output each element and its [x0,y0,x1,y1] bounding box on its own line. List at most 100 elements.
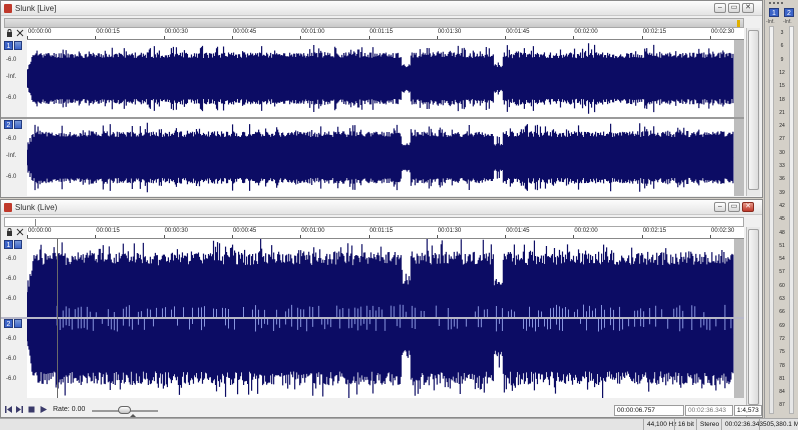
waveform-display[interactable] [27,119,744,196]
ruler-tick [436,235,438,238]
close-button[interactable]: ✕ [742,3,754,13]
ruler-tick-label: 00:02:30 [711,29,735,35]
go-to-end-icon[interactable] [15,405,24,414]
ruler-tick [710,235,711,238]
bit-depth-status[interactable]: 16 bit [674,419,696,430]
length-field[interactable]: 00:02:36.343 [685,405,733,416]
ruler-tick-label: 00:01:30 [437,29,462,35]
sample-rate-status[interactable]: 44,100 Hz [643,419,677,430]
db-label: -6.0 [6,256,17,262]
ruler-tick-label: 00:02:15 [642,228,667,234]
db-label: -6.0 [6,95,17,101]
channel-toggle-button[interactable] [14,41,22,50]
scroll-thumb[interactable] [748,229,759,405]
ruler-tick-label: 00:00:30 [164,29,188,35]
channel-number[interactable]: 1 [4,240,13,249]
ruler-tools [1,227,27,239]
data-window-upper[interactable]: Slunk [Live] – ▭ ✕ 00:00:00 00:00:15 00:00… [0,0,763,198]
ruler-tick [95,235,97,238]
window-titlebar[interactable]: Slunk (Live) – ▭ ✕ [1,200,762,215]
channel-number[interactable]: 2 [4,319,13,328]
ruler-tools [1,28,27,40]
stop-icon[interactable] [27,405,36,414]
channel-lane-1[interactable]: 1 -6.0 -Inf. -6.0 [1,40,744,117]
ruler-tick [573,235,575,238]
minimize-button[interactable]: – [714,202,726,212]
meter-scale-label: 33 [779,163,785,169]
waveform-display[interactable] [27,239,744,317]
meter-channel-tab[interactable]: 1 [769,8,779,17]
channel-toggle-button[interactable] [14,319,22,328]
ruler-tick [505,36,507,39]
data-window-lower[interactable]: Slunk (Live) – ▭ ✕ 00:00:00 00:00:15 00:00… [0,199,763,418]
window-titlebar[interactable]: Slunk [Live] – ▭ ✕ [1,1,762,16]
ruler-tick [27,235,28,238]
time-ruler[interactable]: 00:00:00 00:00:15 00:00:30 00:00:45 00:01:00… [27,227,744,239]
cursor-position-field[interactable]: 00:00:06.757 [614,405,684,416]
meter-scale-label: 75 [779,349,785,356]
meter-channel-tab[interactable]: 2 [784,8,794,17]
waveform-display[interactable] [27,40,744,117]
db-label: -Inf. [6,74,17,80]
ruler-tick-label: 00:00:30 [164,228,188,234]
marker-tool-icon[interactable] [16,29,24,37]
marker-tool-icon[interactable] [16,228,24,236]
minimize-button[interactable]: – [714,3,726,13]
close-button[interactable]: ✕ [742,202,754,212]
channel-lane-2[interactable]: 2 -6.0 -Inf. -6.0 [1,119,744,196]
channel-mode-status[interactable]: Stereo [696,419,721,430]
ruler-tick [95,36,97,39]
meter-scale-label: 36 [779,176,785,183]
lock-icon[interactable] [6,228,13,236]
db-label: -6.0 [6,136,17,142]
channel-number[interactable]: 1 [4,41,13,50]
db-label: -6.0 [6,174,17,180]
ruler-tick [573,36,575,39]
meter-scale-label: 45 [779,216,785,223]
scroll-thumb[interactable] [748,30,759,190]
meter-scale-label: 51 [779,242,785,249]
playback-cursor[interactable] [57,239,58,398]
meter-scale-label: 30 [779,149,785,156]
level-meter-panel: 1 2 -Inf. -Inf. 3 6 9 12 15 18 21 24 27 30 33 36 39 4… [764,0,798,418]
vertical-scrollbar[interactable] [746,28,760,196]
time-ruler[interactable]: 00:00:00 00:00:15 00:00:30 00:00:45 00:01:00… [27,28,744,40]
play-icon[interactable] [39,405,48,414]
channel-lane-1[interactable]: 1 -6.0 -6.0 -6.0 [1,239,744,317]
ruler-tick [641,36,643,39]
db-label: -6.0 [6,376,17,382]
db-label: -6.0 [6,57,17,63]
ruler-tick-label: 00:02:00 [574,228,598,234]
waveform-display[interactable] [27,319,744,398]
restore-button[interactable]: ▭ [728,202,740,212]
ruler-tick [300,235,302,238]
vertical-scrollbar[interactable] [746,227,760,417]
panel-grip-icon[interactable] [769,2,783,4]
ruler-tick-label: 00:02:30 [711,228,735,234]
overview-bar[interactable] [4,18,744,28]
meter-scale-label: 42 [779,202,785,209]
db-label: -6.0 [6,296,17,302]
meter-scale-label: 69 [779,322,785,329]
channel-number[interactable]: 2 [4,120,13,129]
window-title: Slunk (Live) [15,203,58,212]
ruler-tick [710,36,711,39]
peak-readout: -Inf. [783,19,792,25]
ruler-tick-label: 00:00:15 [96,29,120,35]
meter-scale-label: 57 [779,269,785,276]
ruler-tick-label: 00:01:15 [369,228,393,234]
restore-button[interactable]: ▭ [728,3,740,13]
channel-lane-2[interactable]: 2 -6.0 -6.0 -6.0 [1,319,744,398]
channel-toggle-button[interactable] [14,240,22,249]
ruler-tick [368,235,370,238]
zoom-ratio-field[interactable]: 1:4,573 [734,405,762,416]
overview-bar[interactable] [4,217,744,227]
meter-scale-label: 3 [780,30,784,36]
overview-selection[interactable] [5,19,743,27]
go-to-start-icon[interactable] [4,405,13,414]
peak-readout: -Inf. [766,19,775,25]
lock-icon[interactable] [6,29,13,37]
rate-slider-thumb[interactable] [118,406,131,414]
db-label: -6.0 [6,276,17,282]
channel-toggle-button[interactable] [14,120,22,129]
